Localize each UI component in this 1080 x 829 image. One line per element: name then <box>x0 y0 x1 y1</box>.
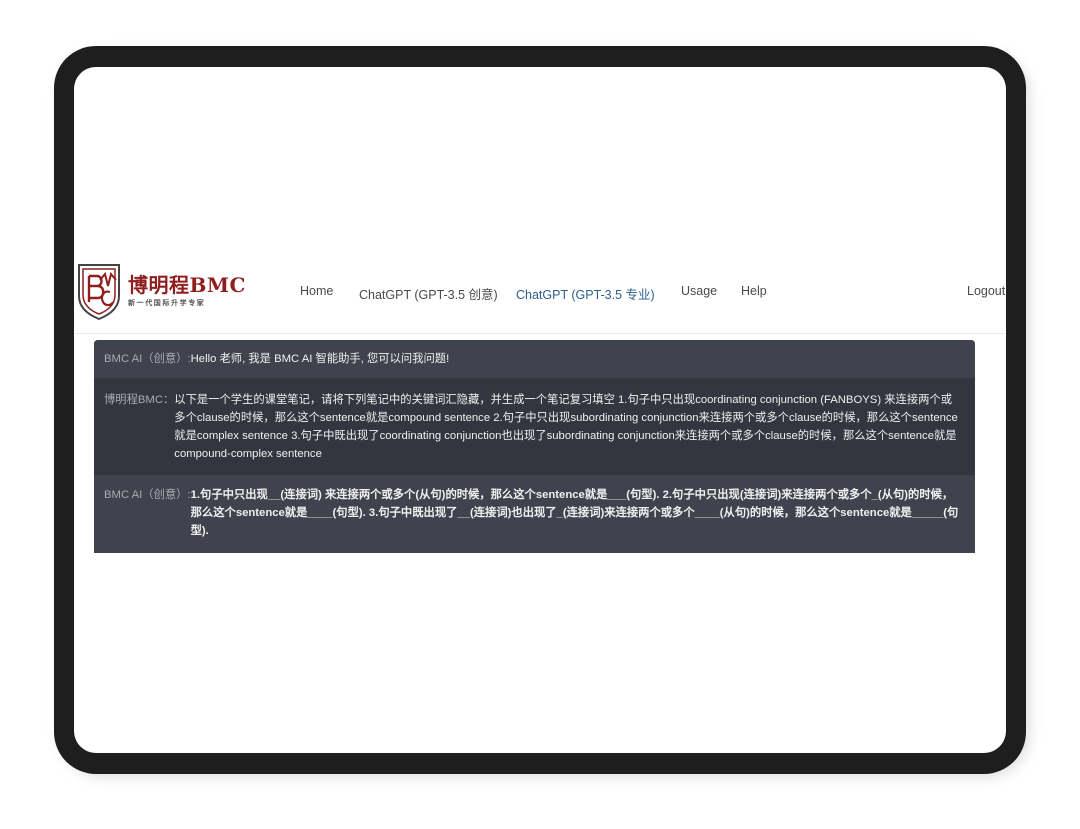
chat-message-user: 博明程BMC： 以下是一个学生的课堂笔记，请将下列笔记中的关键词汇隐藏，并生成一… <box>94 378 975 475</box>
logo-subtitle: 新一代国际升学专家 <box>128 299 206 307</box>
chat-message-ai: BMC AI（创意）: 1.句子中只出现__(连接词) 来连接两个或多个(从句)… <box>94 475 975 553</box>
nav-link-home[interactable]: Home <box>300 284 333 298</box>
message-text: 1.句子中只出现__(连接词) 来连接两个或多个(从句)的时候，那么这个sent… <box>190 489 959 537</box>
screen: 博明程BMC 新一代国际升学专家 Home ChatGPT (GPT-3.5 创… <box>74 67 1006 753</box>
logout-link[interactable]: Logout <box>967 284 1005 298</box>
message-sender: BMC AI（创意）: <box>104 353 191 365</box>
nav-link-chatgpt-professional[interactable]: ChatGPT (GPT-3.5 专业) <box>516 284 655 303</box>
nav-link-help[interactable]: Help <box>741 284 767 298</box>
message-text: 以下是一个学生的课堂笔记，请将下列笔记中的关键词汇隐藏，并生成一个笔记复习填空 … <box>174 394 958 460</box>
brand-logo[interactable]: 博明程BMC 新一代国际升学专家 <box>76 262 246 320</box>
message-sender: BMC AI（创意）: <box>104 489 191 501</box>
message-text: Hello 老师, 我是 BMC AI 智能助手, 您可以问我问题! <box>190 353 450 365</box>
chat-panel: BMC AI（创意）: Hello 老师, 我是 BMC AI 智能助手, 您可… <box>94 340 975 553</box>
logo-text: 博明程BMC 新一代国际升学专家 <box>128 274 246 308</box>
message-sender: 博明程BMC： <box>104 394 175 406</box>
logo-title: 博明程BMC <box>128 273 246 297</box>
chat-message-ai: BMC AI（创意）: Hello 老师, 我是 BMC AI 智能助手, 您可… <box>94 340 975 378</box>
tablet-frame: 博明程BMC 新一代国际升学专家 Home ChatGPT (GPT-3.5 创… <box>54 46 1026 774</box>
nav-link-usage[interactable]: Usage <box>681 284 717 298</box>
top-navbar: 博明程BMC 新一代国际升学专家 Home ChatGPT (GPT-3.5 创… <box>74 257 1006 334</box>
nav-link-chatgpt-creative[interactable]: ChatGPT (GPT-3.5 创意) <box>359 284 498 303</box>
shield-logo-icon <box>78 264 120 320</box>
